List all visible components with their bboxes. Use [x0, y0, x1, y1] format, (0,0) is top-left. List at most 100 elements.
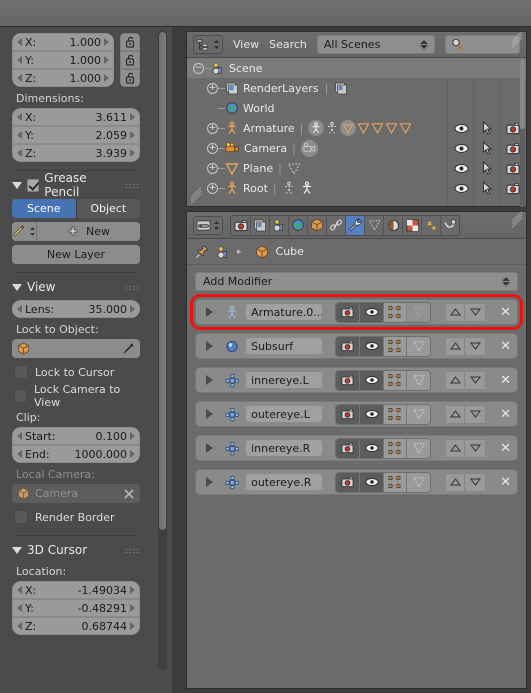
tab-renderlayers[interactable]: [250, 215, 269, 235]
corner-grip-icon[interactable]: [189, 187, 203, 204]
camera-data-icon[interactable]: [300, 139, 318, 157]
move-down-button[interactable]: [465, 404, 487, 424]
modifier-row-outereye-r[interactable]: outereye.R ✕: [195, 469, 518, 495]
expand-triangle-icon[interactable]: [206, 443, 213, 453]
toggle-on-cage[interactable]: [406, 472, 430, 492]
toggle-render[interactable]: [335, 404, 360, 424]
lock-camera-to-view-row[interactable]: Lock Camera to View: [12, 383, 140, 409]
corner-grip-icon[interactable]: [510, 31, 524, 48]
toggle-on-cage[interactable]: [406, 404, 430, 424]
expand-triangle-icon[interactable]: [206, 409, 213, 419]
corner-grip-icon[interactable]: [510, 211, 524, 228]
move-up-button[interactable]: [444, 404, 466, 424]
outliner-scroll-thumb[interactable]: [520, 59, 525, 129]
object-cube-icon[interactable]: [255, 245, 269, 259]
toggle-viewport[interactable]: [359, 472, 383, 492]
toggle-edit-mode[interactable]: [382, 404, 407, 424]
outliner-row-world[interactable]: World: [187, 98, 526, 118]
editor-splitter-vertical[interactable]: [172, 27, 186, 693]
tab-object[interactable]: [307, 215, 326, 235]
gp-new-layer-button[interactable]: New Layer: [12, 245, 140, 264]
pose-icon[interactable]: [282, 181, 296, 195]
lock-to-cursor-row[interactable]: Lock to Cursor: [12, 362, 140, 382]
expand-triangle-icon[interactable]: [206, 341, 213, 351]
outliner-tree[interactable]: − Scene + RenderLayers | World + Armatur…: [187, 58, 526, 206]
mesh-data-icon[interactable]: [287, 162, 301, 175]
move-up-button[interactable]: [444, 438, 466, 458]
menu-view[interactable]: View: [233, 38, 259, 51]
scale-z-field[interactable]: Z: 1.000: [12, 69, 114, 87]
grease-pencil-checkbox[interactable]: [27, 178, 40, 192]
editor-type-button[interactable]: [193, 35, 223, 54]
left-panel-scrollbar[interactable]: [158, 31, 167, 671]
outliner-row-scene[interactable]: − Scene: [187, 58, 526, 78]
toggle-viewport[interactable]: [359, 336, 383, 356]
pin-icon[interactable]: [195, 245, 209, 259]
restrict-select-toggle[interactable]: [474, 138, 500, 158]
lock-to-cursor-checkbox[interactable]: [14, 365, 28, 379]
outliner-row-plane[interactable]: + Plane |: [187, 158, 526, 178]
tab-data[interactable]: [364, 215, 383, 235]
gp-tab-scene[interactable]: Scene: [12, 199, 76, 218]
outliner-row-root[interactable]: + Root |: [187, 178, 526, 198]
armature-data-icon[interactable]: [308, 120, 325, 136]
panel-header-grease-pencil[interactable]: Grease Pencil ::::: [12, 171, 140, 199]
modifier-name-field[interactable]: Subsurf: [245, 337, 323, 355]
toggle-render[interactable]: [335, 336, 360, 356]
tab-world[interactable]: [288, 215, 307, 235]
panel-header-view[interactable]: View ::::: [12, 277, 140, 297]
delete-modifier-button[interactable]: ✕: [500, 407, 511, 422]
clip-end-field[interactable]: End: 1000.000: [12, 445, 140, 463]
restrict-view-toggle[interactable]: [448, 158, 474, 178]
expander-collapse-icon[interactable]: −: [193, 62, 204, 74]
mesh-icon[interactable]: [357, 122, 370, 134]
toggle-render[interactable]: [335, 302, 360, 322]
menu-search[interactable]: Search: [269, 38, 307, 51]
render-border-checkbox[interactable]: [14, 510, 28, 524]
modifier-name-field[interactable]: outereye.L: [245, 405, 323, 423]
tab-scene[interactable]: [269, 215, 288, 235]
move-down-button[interactable]: [465, 370, 487, 390]
expand-triangle-icon[interactable]: [206, 307, 213, 317]
toggle-on-cage[interactable]: [406, 336, 430, 356]
delete-modifier-button[interactable]: ✕: [500, 441, 511, 456]
toggle-edit-mode[interactable]: [382, 336, 407, 356]
editor-type-button[interactable]: [193, 215, 223, 235]
expand-triangle-icon[interactable]: [206, 375, 213, 385]
tab-constraints[interactable]: [326, 215, 345, 235]
cursor-x-field[interactable]: X: -1.49034: [12, 581, 140, 599]
expand-triangle-icon[interactable]: [206, 477, 213, 487]
panel-header-3d-cursor[interactable]: 3D Cursor ::::: [12, 540, 140, 560]
restrict-view-toggle[interactable]: [448, 118, 474, 138]
toggle-on-cage[interactable]: [406, 370, 430, 390]
toggle-viewport[interactable]: [359, 438, 383, 458]
expander-expand-icon[interactable]: +: [207, 162, 218, 174]
restrict-select-toggle[interactable]: [474, 118, 500, 138]
move-down-button[interactable]: [465, 438, 487, 458]
toggle-viewport[interactable]: [359, 370, 383, 390]
scale-x-field[interactable]: X: 1.000: [12, 33, 114, 51]
outliner-row-armature[interactable]: + Armature |: [187, 118, 526, 138]
move-down-button[interactable]: [465, 336, 487, 356]
restrict-view-toggle[interactable]: [448, 178, 474, 198]
mesh-icon[interactable]: [371, 122, 384, 134]
modifier-name-field[interactable]: innereye.L: [245, 371, 323, 389]
modifier-row-innereye-l[interactable]: innereye.L ✕: [195, 367, 518, 393]
lock-scale-x-button[interactable]: [120, 33, 140, 51]
gp-pencil-dropdown-button[interactable]: [12, 222, 36, 241]
modifier-row-outereye-l[interactable]: outereye.L ✕: [195, 401, 518, 427]
delete-modifier-button[interactable]: ✕: [500, 475, 511, 490]
toggle-edit-mode[interactable]: [382, 370, 407, 390]
tab-render[interactable]: [231, 215, 250, 235]
cursor-z-field[interactable]: Z: 0.68744: [12, 617, 140, 635]
move-up-button[interactable]: [444, 302, 466, 322]
lens-field[interactable]: Lens: 35.000: [12, 300, 140, 318]
local-camera-field[interactable]: Camera: [12, 484, 140, 503]
tab-particles[interactable]: [421, 215, 440, 235]
mesh-sel-icon[interactable]: [340, 120, 357, 136]
lock-to-object-field[interactable]: [12, 339, 140, 358]
tab-texture[interactable]: [402, 215, 421, 235]
mesh-icon[interactable]: [385, 122, 398, 134]
expander-expand-icon[interactable]: +: [207, 142, 218, 154]
toggle-edit-mode[interactable]: [382, 472, 407, 492]
